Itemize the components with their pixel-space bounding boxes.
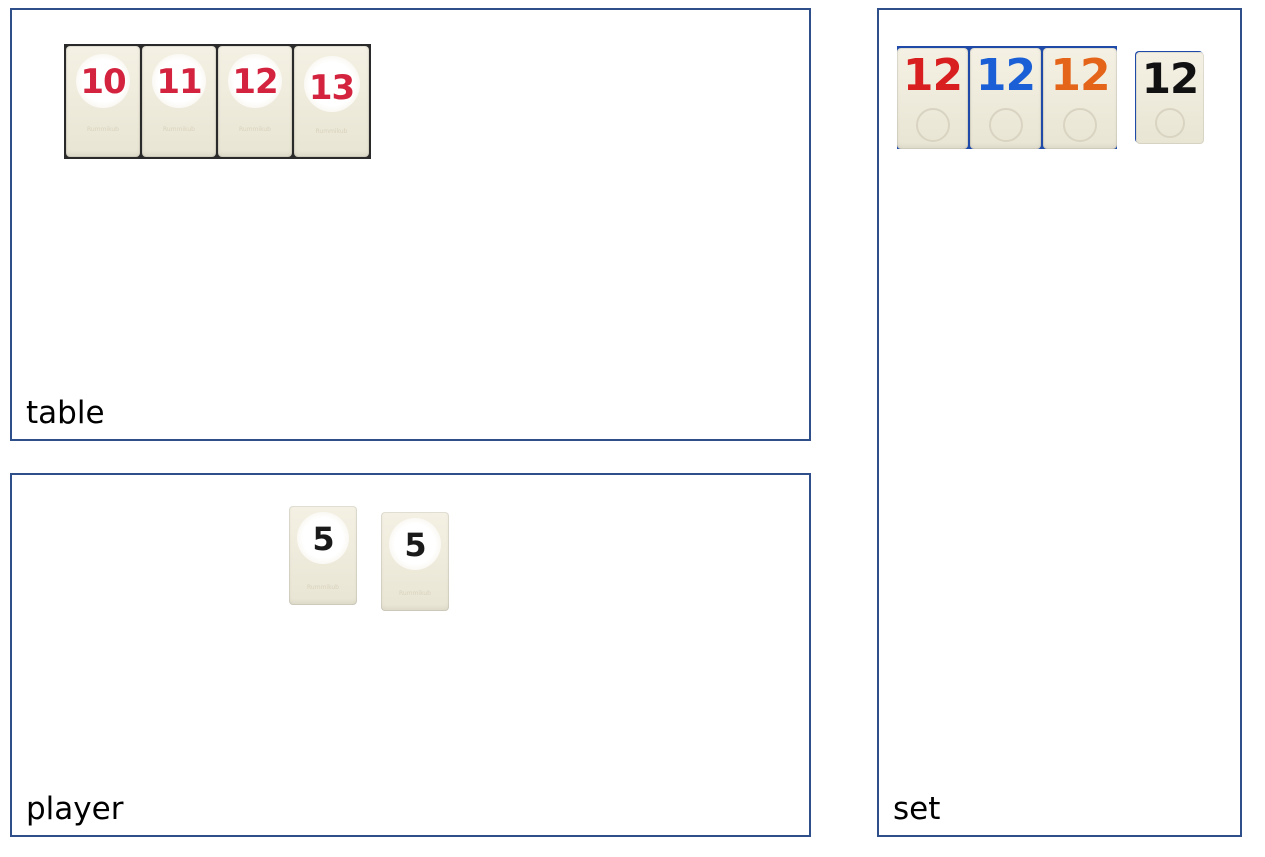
tile-number: 5 xyxy=(404,526,426,564)
set-tile-12-red[interactable]: 12 xyxy=(897,48,968,149)
set-tile-12-orange[interactable]: 12 xyxy=(1043,48,1117,149)
table-tile-10[interactable]: 10 Rummikub xyxy=(66,46,140,157)
set-tile-12-blue[interactable]: 12 xyxy=(970,48,1041,149)
tile-brand-mark: Rummikub xyxy=(239,126,271,133)
tile-logo-icon xyxy=(1063,108,1097,142)
player-tile-5a[interactable]: 5 Rummikub xyxy=(289,506,357,605)
tile-brand-mark: Rummikub xyxy=(307,584,339,591)
tile-number: 12 xyxy=(1141,54,1199,103)
tile-brand-mark: Rummikub xyxy=(87,126,119,133)
tile-brand-mark: Rummikub xyxy=(163,126,195,133)
tile-number: 12 xyxy=(232,62,278,102)
table-area[interactable]: 10 Rummikub 11 Rummikub 12 Rummikub 13 R… xyxy=(10,8,811,441)
set-label: set xyxy=(893,791,941,827)
table-label: table xyxy=(26,395,105,431)
tile-number: 10 xyxy=(80,62,126,102)
tile-brand-mark: Rummikub xyxy=(399,590,431,597)
set-area[interactable]: 12 12 12 12 set xyxy=(877,8,1242,837)
tile-logo-icon xyxy=(915,108,950,142)
tile-number: 12 xyxy=(902,50,963,101)
tile-logo-icon xyxy=(988,108,1023,142)
tile-number: 12 xyxy=(975,50,1036,101)
table-tile-12[interactable]: 12 Rummikub xyxy=(218,46,292,157)
tile-brand-mark: Rummikub xyxy=(315,128,348,135)
table-tile-11[interactable]: 11 Rummikub xyxy=(142,46,216,157)
player-tile-5b[interactable]: 5 Rummikub xyxy=(381,512,449,611)
player-area[interactable]: 5 Rummikub 5 Rummikub player xyxy=(10,473,811,837)
set-meld[interactable]: 12 12 12 xyxy=(897,46,1117,149)
player-label: player xyxy=(26,791,124,827)
table-tile-13[interactable]: 13 Rummikub xyxy=(294,46,369,157)
table-meld[interactable]: 10 Rummikub 11 Rummikub 12 Rummikub 13 R… xyxy=(64,44,371,159)
tile-number: 13 xyxy=(308,68,355,108)
tile-logo-icon xyxy=(1155,108,1185,138)
tile-number: 11 xyxy=(156,62,202,102)
set-tile-12-black[interactable]: 12 xyxy=(1136,52,1204,144)
tile-number: 5 xyxy=(312,520,334,558)
tile-number: 12 xyxy=(1050,50,1110,101)
